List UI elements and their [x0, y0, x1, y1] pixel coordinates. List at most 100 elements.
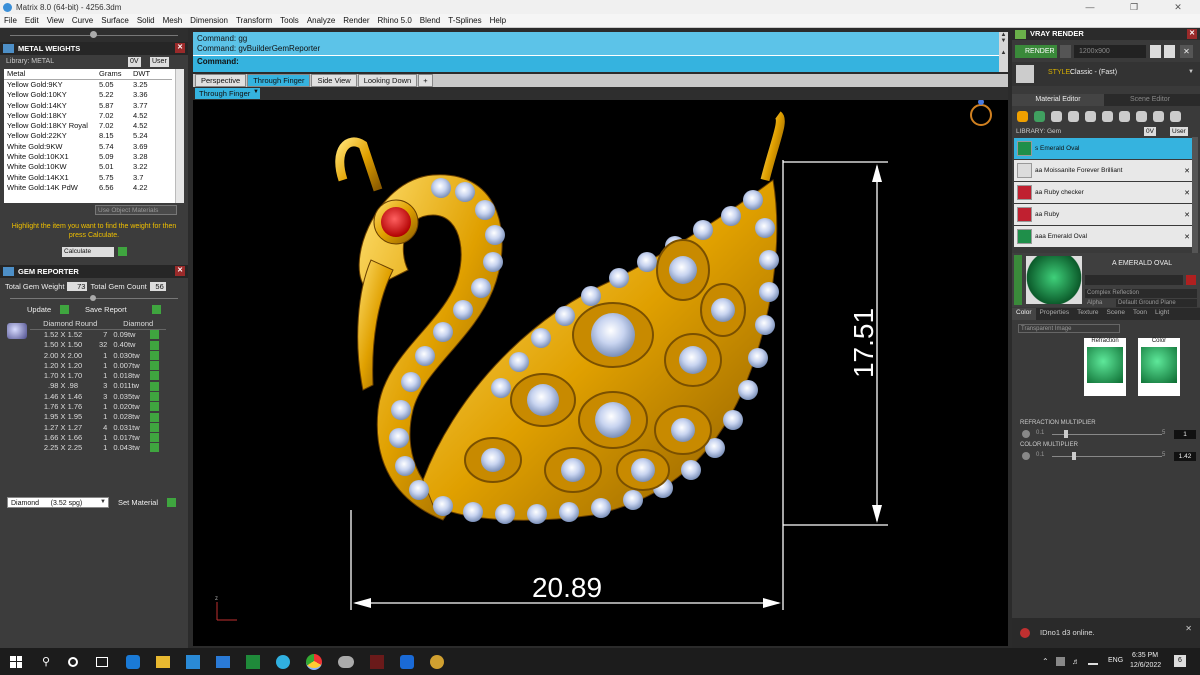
metal-weights-close-icon[interactable]: ✕	[175, 43, 185, 53]
clock-date[interactable]: 12/6/2022	[1130, 662, 1161, 669]
close-render-icon[interactable]: ✕	[1180, 45, 1193, 58]
minimize-icon[interactable]: —	[1068, 0, 1112, 14]
tab-material-editor[interactable]: Material Editor	[1012, 94, 1104, 106]
table-row[interactable]: Yellow Gold:22KY 8.15 5.24	[4, 131, 172, 141]
table-row[interactable]: White Gold:14KX1 5.75 3.7	[4, 172, 172, 182]
table-row[interactable]: 1.52 X 1.52 7 0.09tw	[30, 329, 166, 340]
set-material-button[interactable]: Set Material	[118, 498, 158, 507]
menu-view[interactable]: View	[43, 16, 68, 25]
matrix-icon[interactable]	[430, 654, 445, 669]
list-item[interactable]: aa Ruby ✕	[1014, 204, 1198, 225]
calculate-button[interactable]: Calculate	[62, 247, 114, 257]
table-row[interactable]: Yellow Gold:14KY 5.87 3.77	[4, 100, 172, 110]
gem-select-icon[interactable]	[149, 443, 159, 453]
vray-close-icon[interactable]: ✕	[1187, 29, 1197, 39]
calculate-go-icon[interactable]	[118, 247, 127, 256]
remove-material-icon[interactable]: ✕	[1184, 167, 1190, 175]
table-row[interactable]: White Gold:9KW 5.74 3.69	[4, 141, 172, 151]
notification-close-icon[interactable]: ✕	[1185, 624, 1192, 633]
table-row[interactable]: Yellow Gold:18KY 7.02 4.52	[4, 110, 172, 120]
tab-properties[interactable]: Properties	[1036, 308, 1074, 320]
gem-select-icon[interactable]	[149, 350, 159, 360]
color-slider-thumb[interactable]	[1072, 452, 1076, 460]
refraction-slider-thumb[interactable]	[1064, 430, 1068, 438]
gem-material-icon[interactable]	[1034, 110, 1045, 122]
style-value[interactable]: Classic - (Fast)	[1070, 69, 1117, 76]
sphere-icon[interactable]	[1051, 110, 1062, 122]
gem-select-icon[interactable]	[149, 402, 159, 412]
gem-select-icon[interactable]	[149, 361, 159, 371]
render-button[interactable]: RENDER	[1015, 45, 1057, 58]
shader-icon[interactable]	[1068, 110, 1079, 122]
add-tab-icon[interactable]: +	[418, 74, 433, 87]
table-row[interactable]: 1.70 X 1.70 1 0.018tw	[30, 370, 166, 381]
table-row[interactable]: 1.66 X 1.66 1 0.017tw	[30, 432, 166, 443]
gem-material-select[interactable]: Diamond (3.52 spg)	[7, 497, 109, 508]
rhino-icon[interactable]	[338, 655, 355, 668]
menu-transform[interactable]: Transform	[232, 16, 276, 25]
menu-tools[interactable]: Tools	[276, 16, 303, 25]
table-row[interactable]: White Gold:14K PdW 6.56 4.22	[4, 182, 172, 192]
copy-render-icon[interactable]	[1164, 45, 1175, 58]
command-scrollbar[interactable]: ▲ ▼ ▲	[999, 32, 1008, 72]
3d-viewport[interactable]: 20.89 17.51 z	[193, 99, 1008, 646]
remove-material-icon[interactable]: ✕	[1184, 189, 1190, 197]
table-row[interactable]: White Gold:10KW 5.01 3.22	[4, 162, 172, 172]
ground-select[interactable]: Default Ground Plane	[1116, 299, 1197, 307]
collapse-handle-icon[interactable]	[90, 31, 97, 38]
list-item[interactable]: aa Moissanite Forever Brilliant ✕	[1014, 160, 1198, 181]
gem-select-icon[interactable]	[149, 433, 159, 443]
menu-mesh[interactable]: Mesh	[159, 16, 187, 25]
reflection-select[interactable]: Complex Reflection	[1085, 289, 1197, 298]
table-row[interactable]: 1.76 X 1.76 1 0.020tw	[30, 401, 166, 412]
metal-col-grams[interactable]: Grams	[96, 69, 130, 79]
edge-icon[interactable]	[126, 654, 141, 669]
menu-file[interactable]: File	[0, 16, 21, 25]
notification-toast[interactable]: IDno1 d3 online. ✕	[1012, 618, 1200, 648]
menu-blend[interactable]: Blend	[416, 16, 444, 25]
tab-toon[interactable]: Toon	[1129, 308, 1151, 320]
tab-perspective[interactable]: Perspective	[195, 74, 247, 87]
menu-surface[interactable]: Surface	[97, 16, 133, 25]
metal-col-metal[interactable]: Metal	[4, 69, 96, 79]
table-row[interactable]: Yellow Gold:10KY 5.22 3.36	[4, 90, 172, 100]
tab-through-finger[interactable]: Through Finger	[247, 74, 311, 87]
gem-select-icon[interactable]	[149, 391, 159, 401]
chrome-icon[interactable]	[306, 653, 323, 670]
resolution-field[interactable]: 1200x900	[1074, 45, 1146, 58]
vray-user-button[interactable]: User	[1170, 127, 1188, 136]
gem-select-icon[interactable]	[149, 422, 159, 432]
close-icon[interactable]: ✕	[1156, 0, 1200, 14]
metal-col-dwt[interactable]: DWT	[130, 69, 172, 79]
color-slider-track[interactable]	[1052, 456, 1162, 457]
excel-icon[interactable]	[246, 654, 261, 669]
remove-material-icon[interactable]: ✕	[1184, 211, 1190, 219]
menu-tsplines[interactable]: T-Splines	[444, 16, 485, 25]
action-center-icon[interactable]: 6	[1174, 655, 1186, 667]
eraser-icon[interactable]	[1153, 110, 1164, 122]
table-row[interactable]: 1.20 X 1.20 1 0.007tw	[30, 360, 166, 371]
tab-looking-down[interactable]: Looking Down	[357, 74, 418, 87]
menu-render[interactable]: Render	[339, 16, 373, 25]
tab-side-view[interactable]: Side View	[311, 74, 357, 87]
style-chevron-icon[interactable]: ▼	[1188, 69, 1194, 75]
table-row[interactable]: 2.25 X 2.25 1 0.043tw	[30, 443, 166, 453]
color-value-input[interactable]: 1.42	[1174, 452, 1196, 461]
save-render-icon[interactable]	[1150, 45, 1161, 58]
ring-view-icon[interactable]	[970, 99, 992, 126]
volume-icon[interactable]: ♬	[1072, 657, 1080, 666]
preview-tools[interactable]	[1085, 275, 1183, 285]
light-icon[interactable]	[1170, 110, 1181, 122]
tray-app-icon[interactable]	[1056, 657, 1065, 666]
table-row[interactable]: 1.95 X 1.95 1 0.028tw	[30, 412, 166, 422]
clock-time[interactable]: 6:35 PM	[1132, 652, 1158, 659]
tab-texture[interactable]: Texture	[1073, 308, 1102, 320]
gem-select-icon[interactable]	[149, 340, 159, 350]
material-list-scrollbar[interactable]	[1192, 137, 1198, 253]
color-reset-icon[interactable]	[1022, 452, 1030, 460]
network-icon[interactable]	[1088, 657, 1098, 665]
alpha-toggle[interactable]: Alpha	[1085, 299, 1113, 307]
list-item[interactable]: aaa Emerald Oval ✕	[1014, 226, 1198, 247]
paint-icon[interactable]	[1136, 110, 1147, 122]
menu-help[interactable]: Help	[486, 16, 510, 25]
